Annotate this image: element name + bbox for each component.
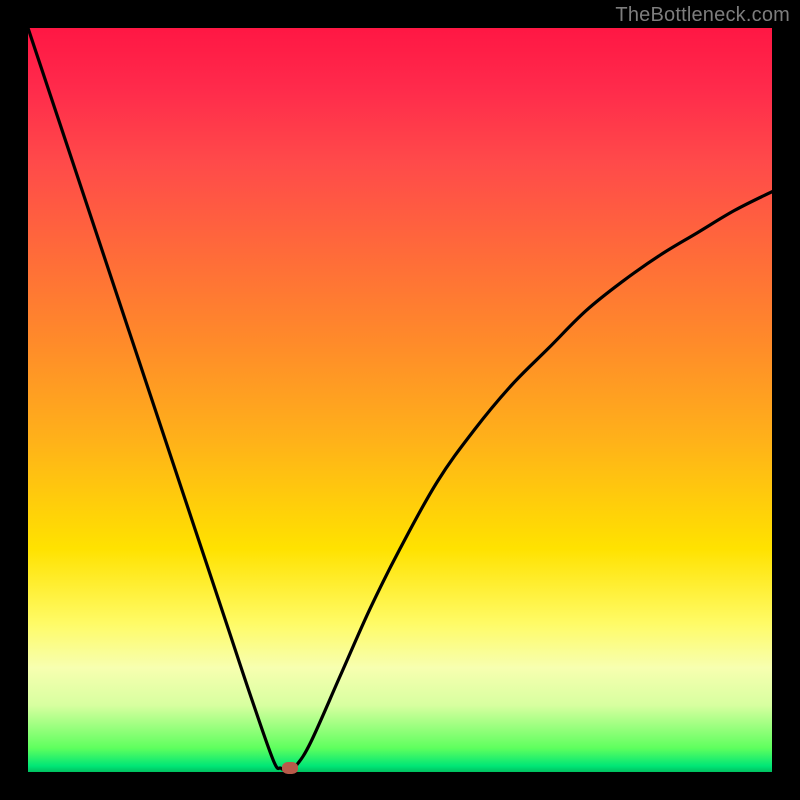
vertex-marker xyxy=(282,762,298,774)
plot-area xyxy=(28,28,772,772)
bottleneck-curve-path xyxy=(28,28,772,772)
curve-svg xyxy=(28,28,772,772)
watermark-text: TheBottleneck.com xyxy=(615,4,790,27)
chart-frame: TheBottleneck.com xyxy=(0,0,800,800)
